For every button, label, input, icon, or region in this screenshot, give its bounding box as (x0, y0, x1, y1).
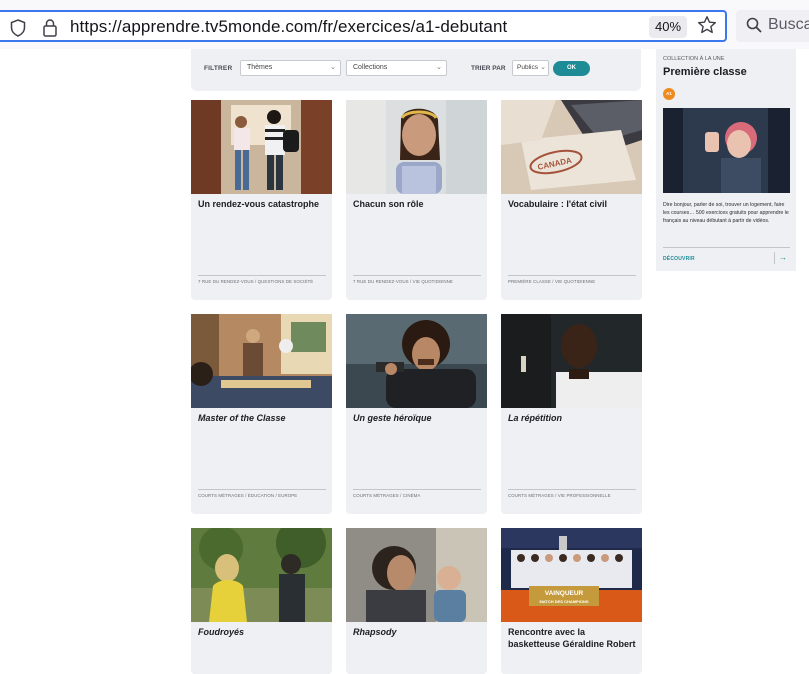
card-thumbnail[interactable] (191, 528, 332, 622)
ok-button[interactable]: OK (553, 61, 590, 76)
promo-image[interactable] (663, 108, 790, 193)
exercise-card[interactable]: Master of the Classe COURTS MÉTRAGES / É… (191, 314, 332, 514)
browser-toolbar: https://apprendre.tv5monde.com/fr/exerci… (0, 0, 809, 49)
card-divider (353, 489, 481, 490)
card-thumbnail[interactable]: VAINQUEUR MATCH DES CHAMPIONS (501, 528, 642, 622)
banner-text-line1: VAINQUEUR (545, 590, 584, 597)
card-divider (508, 489, 636, 490)
url-bar[interactable]: https://apprendre.tv5monde.com/fr/exerci… (0, 10, 727, 42)
card-title[interactable]: La répétition (508, 412, 636, 424)
filter-bar: FILTRER Thèmes ⌄ Collections ⌄ TRIER PAR… (191, 49, 641, 91)
search-icon (746, 17, 762, 38)
shield-icon[interactable] (10, 19, 26, 42)
card-thumbnail[interactable] (501, 314, 642, 408)
card-title[interactable]: Vocabulaire : l'état civil (508, 198, 636, 210)
discover-link[interactable]: DÉCOUVRIR (663, 256, 695, 262)
card-title[interactable]: Master of the Classe (198, 412, 326, 424)
card-tags: COURTS MÉTRAGES / ÉDUCATION / EUROPE (198, 493, 298, 498)
exercise-card[interactable]: Foudroyés (191, 528, 332, 674)
chevron-down-icon: ⌄ (540, 64, 546, 71)
card-thumbnail[interactable] (346, 314, 487, 408)
browser-search-box[interactable]: Buscar (736, 10, 809, 42)
sort-select-value: Publics (517, 64, 538, 71)
card-title[interactable]: Foudroyés (198, 626, 326, 638)
card-divider (508, 275, 636, 276)
card-divider (198, 275, 326, 276)
url-text[interactable]: https://apprendre.tv5monde.com/fr/exerci… (70, 17, 507, 37)
card-title[interactable]: Un rendez-vous catastrophe (198, 198, 326, 210)
card-divider (198, 489, 326, 490)
exercise-card[interactable]: Un geste héroïque COURTS MÉTRAGES / CINÉ… (346, 314, 487, 514)
card-thumbnail[interactable]: CANADA (501, 100, 642, 194)
level-badge: A1 (663, 88, 675, 100)
card-tags: COURTS MÉTRAGES / CINÉMA (353, 493, 421, 498)
card-title[interactable]: Rencontre avec la basketteuse Géraldine … (508, 626, 636, 650)
card-tags: COURTS MÉTRAGES / VIE PROFESSIONNELLE (508, 493, 611, 498)
exercise-card[interactable]: La répétition COURTS MÉTRAGES / VIE PROF… (501, 314, 642, 514)
chevron-down-icon: ⌄ (330, 64, 336, 71)
promo-divider (663, 247, 790, 248)
filter-label: FILTRER (204, 65, 233, 72)
card-thumbnail[interactable] (346, 528, 487, 622)
exercise-card[interactable]: CANADA Vocabulaire : l'état civil PREMIÈ… (501, 100, 642, 300)
search-placeholder: Buscar (768, 16, 809, 33)
collection-select[interactable]: Collections ⌄ (346, 60, 447, 76)
sort-label: TRIER PAR (471, 65, 506, 72)
card-tags: PREMIÈRE CLASSE / VIE QUOTIDIENNE (508, 279, 596, 284)
theme-select[interactable]: Thèmes ⌄ (240, 60, 341, 76)
card-thumbnail[interactable] (346, 100, 487, 194)
card-thumbnail[interactable] (191, 100, 332, 194)
arrow-right-icon[interactable]: → (774, 252, 787, 264)
card-divider (353, 275, 481, 276)
card-title[interactable]: Rhapsody (353, 626, 481, 638)
zoom-level-badge[interactable]: 40% (649, 16, 687, 38)
card-title[interactable]: Un geste héroïque (353, 412, 481, 424)
promo-kicker: COLLECTION À LA UNE (663, 56, 725, 62)
chevron-down-icon: ⌄ (436, 64, 442, 71)
promo-title[interactable]: Première classe (663, 66, 747, 78)
star-icon[interactable] (697, 15, 717, 40)
exercise-card[interactable]: Un rendez-vous catastrophe 7 RUE DU REND… (191, 100, 332, 300)
sort-select[interactable]: Publics ⌄ (512, 60, 549, 76)
exercise-card[interactable]: VAINQUEUR MATCH DES CHAMPIONS Rencontre … (501, 528, 642, 674)
lock-icon[interactable] (42, 18, 58, 42)
card-tags: 7 RUE DU RENDEZ-VOUS / QUESTIONS DE SOCI… (198, 279, 314, 284)
card-tags: 7 RUE DU RENDEZ-VOUS / VIE QUOTIDIENNE (353, 279, 453, 284)
card-title[interactable]: Chacun son rôle (353, 198, 481, 210)
exercise-card[interactable]: Rhapsody (346, 528, 487, 674)
featured-collection-panel: COLLECTION À LA UNE Première classe A1 D… (656, 49, 796, 271)
theme-select-value: Thèmes (247, 64, 273, 71)
card-thumbnail[interactable] (191, 314, 332, 408)
banner-text-line2: MATCH DES CHAMPIONS (539, 599, 588, 604)
promo-description: Dire bonjour, parler de soi, trouver un … (663, 202, 789, 224)
exercise-card[interactable]: Chacun son rôle 7 RUE DU RENDEZ-VOUS / V… (346, 100, 487, 300)
collection-select-value: Collections (353, 64, 388, 71)
